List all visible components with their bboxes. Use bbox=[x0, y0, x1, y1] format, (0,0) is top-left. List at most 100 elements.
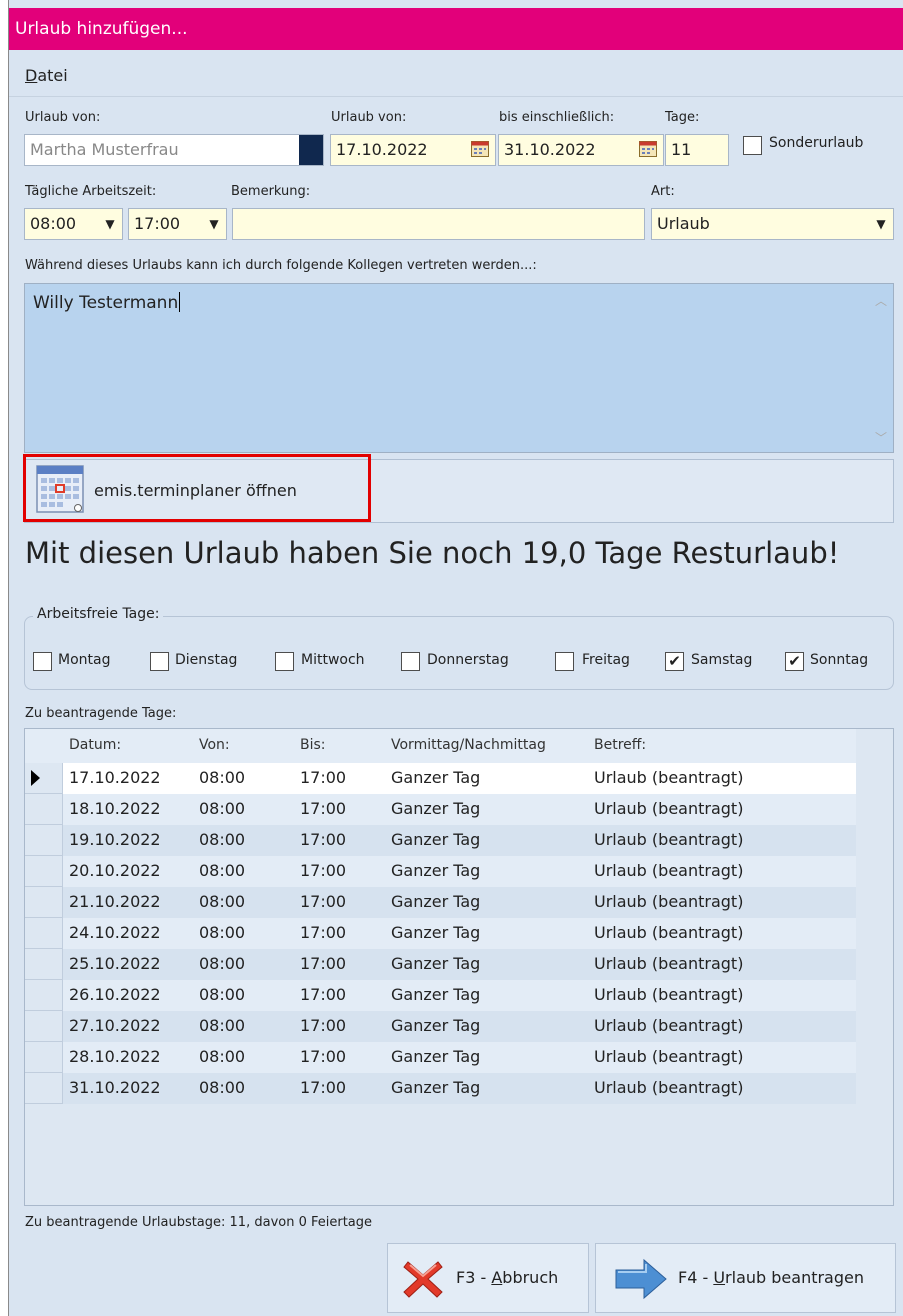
row-selector[interactable] bbox=[25, 856, 63, 887]
urlaub-beantragen-button[interactable]: F4 - Urlaub beantragen bbox=[595, 1243, 896, 1313]
cell-datum[interactable]: 24.10.2022 bbox=[69, 923, 161, 942]
cell-datum[interactable]: 18.10.2022 bbox=[69, 799, 161, 818]
cell-bis[interactable]: 17:00 bbox=[300, 830, 346, 849]
chevron-down-icon[interactable]: ▼ bbox=[202, 209, 226, 239]
cell-datum[interactable]: 21.10.2022 bbox=[69, 892, 161, 911]
cell-von[interactable]: 08:00 bbox=[199, 923, 245, 942]
row-selector[interactable] bbox=[25, 794, 63, 825]
cell-betreff[interactable]: Urlaub (beantragt) bbox=[594, 1016, 743, 1035]
checkbox-mittwoch[interactable] bbox=[275, 652, 294, 671]
cell-bis[interactable]: 17:00 bbox=[300, 768, 346, 787]
cell-bis[interactable]: 17:00 bbox=[300, 985, 346, 1004]
cell-vormittag-nachmittag[interactable]: Ganzer Tag bbox=[391, 861, 480, 880]
table-row[interactable]: 25.10.2022 08:00 17:00 Ganzer Tag Urlaub (be… bbox=[25, 949, 856, 980]
cell-von[interactable]: 08:00 bbox=[199, 861, 245, 880]
vertretung-textarea[interactable]: Willy Testermann ︿ ﹀ bbox=[24, 283, 894, 453]
checkbox-samstag[interactable]: ✔ bbox=[665, 652, 684, 671]
bis-datum-field[interactable]: 31.10.2022 bbox=[498, 134, 664, 166]
calendar-icon[interactable] bbox=[471, 141, 489, 157]
cell-von[interactable]: 08:00 bbox=[199, 892, 245, 911]
column-header-betreff[interactable]: Betreff: bbox=[594, 737, 646, 753]
cell-bis[interactable]: 17:00 bbox=[300, 954, 346, 973]
cell-von[interactable]: 08:00 bbox=[199, 954, 245, 973]
cell-bis[interactable]: 17:00 bbox=[300, 861, 346, 880]
table-row[interactable]: 28.10.2022 08:00 17:00 Ganzer Tag Urlaub (be… bbox=[25, 1042, 856, 1073]
cell-bis[interactable]: 17:00 bbox=[300, 799, 346, 818]
cell-vormittag-nachmittag[interactable]: Ganzer Tag bbox=[391, 923, 480, 942]
menu-datei[interactable]: Datei bbox=[25, 66, 68, 85]
table-row[interactable]: 20.10.2022 08:00 17:00 Ganzer Tag Urlaub (be… bbox=[25, 856, 856, 887]
cell-von[interactable]: 08:00 bbox=[199, 1047, 245, 1066]
row-selector[interactable] bbox=[25, 887, 63, 918]
cell-datum[interactable]: 17.10.2022 bbox=[69, 768, 161, 787]
column-header-von[interactable]: Von: bbox=[199, 737, 230, 753]
table-row[interactable]: 18.10.2022 08:00 17:00 Ganzer Tag Urlaub (be… bbox=[25, 794, 856, 825]
cell-datum[interactable]: 27.10.2022 bbox=[69, 1016, 161, 1035]
cell-betreff[interactable]: Urlaub (beantragt) bbox=[594, 985, 743, 1004]
table-row[interactable]: 21.10.2022 08:00 17:00 Ganzer Tag Urlaub (be… bbox=[25, 887, 856, 918]
column-header-vormittag-nachmittag[interactable]: Vormittag/Nachmittag bbox=[391, 737, 546, 753]
row-selector[interactable] bbox=[25, 980, 63, 1011]
table-row[interactable]: 31.10.2022 08:00 17:00 Ganzer Tag Urlaub (be… bbox=[25, 1073, 856, 1104]
cell-betreff[interactable]: Urlaub (beantragt) bbox=[594, 892, 743, 911]
cell-betreff[interactable]: Urlaub (beantragt) bbox=[594, 923, 743, 942]
cell-vormittag-nachmittag[interactable]: Ganzer Tag bbox=[391, 1047, 480, 1066]
days-table[interactable]: Datum: Von: Bis: Vormittag/Nachmittag Be… bbox=[24, 728, 894, 1206]
cell-von[interactable]: 08:00 bbox=[199, 799, 245, 818]
scroll-down-icon[interactable]: ﹀ bbox=[875, 429, 887, 446]
art-select[interactable]: Urlaub ▼ bbox=[651, 208, 894, 240]
row-selector[interactable] bbox=[25, 1073, 63, 1104]
cell-vormittag-nachmittag[interactable]: Ganzer Tag bbox=[391, 954, 480, 973]
cell-datum[interactable]: 25.10.2022 bbox=[69, 954, 161, 973]
cell-datum[interactable]: 26.10.2022 bbox=[69, 985, 161, 1004]
cell-von[interactable]: 08:00 bbox=[199, 985, 245, 1004]
sonderurlaub-checkbox[interactable] bbox=[743, 136, 762, 155]
cell-bis[interactable]: 17:00 bbox=[300, 1078, 346, 1097]
row-selector[interactable] bbox=[25, 1011, 63, 1042]
chevron-down-icon[interactable]: ▼ bbox=[98, 209, 122, 239]
person-picker-button[interactable] bbox=[299, 135, 323, 165]
table-row[interactable]: 19.10.2022 08:00 17:00 Ganzer Tag Urlaub (be… bbox=[25, 825, 856, 856]
cell-betreff[interactable]: Urlaub (beantragt) bbox=[594, 861, 743, 880]
zeit-bis-select[interactable]: 17:00 ▼ bbox=[128, 208, 227, 240]
row-selector[interactable] bbox=[25, 1042, 63, 1073]
row-selector[interactable] bbox=[25, 918, 63, 949]
chevron-down-icon[interactable]: ▼ bbox=[869, 209, 893, 239]
scroll-up-icon[interactable]: ︿ bbox=[875, 292, 887, 309]
column-header-datum[interactable]: Datum: bbox=[69, 737, 121, 753]
cell-vormittag-nachmittag[interactable]: Ganzer Tag bbox=[391, 1016, 480, 1035]
abbruch-button[interactable]: F3 - Abbruch bbox=[387, 1243, 589, 1313]
calendar-icon[interactable] bbox=[639, 141, 657, 157]
row-selector[interactable] bbox=[25, 949, 63, 980]
cell-betreff[interactable]: Urlaub (beantragt) bbox=[594, 1047, 743, 1066]
cell-von[interactable]: 08:00 bbox=[199, 1016, 245, 1035]
column-header-bis[interactable]: Bis: bbox=[300, 737, 326, 753]
checkbox-dienstag[interactable] bbox=[150, 652, 169, 671]
cell-betreff[interactable]: Urlaub (beantragt) bbox=[594, 954, 743, 973]
cell-vormittag-nachmittag[interactable]: Ganzer Tag bbox=[391, 985, 480, 1004]
checkbox-sonntag[interactable]: ✔ bbox=[785, 652, 804, 671]
cell-datum[interactable]: 31.10.2022 bbox=[69, 1078, 161, 1097]
cell-bis[interactable]: 17:00 bbox=[300, 892, 346, 911]
cell-datum[interactable]: 20.10.2022 bbox=[69, 861, 161, 880]
cell-betreff[interactable]: Urlaub (beantragt) bbox=[594, 799, 743, 818]
zeit-von-select[interactable]: 08:00 ▼ bbox=[24, 208, 123, 240]
cell-betreff[interactable]: Urlaub (beantragt) bbox=[594, 830, 743, 849]
checkbox-montag[interactable] bbox=[33, 652, 52, 671]
table-row[interactable]: 24.10.2022 08:00 17:00 Ganzer Tag Urlaub (be… bbox=[25, 918, 856, 949]
row-selector[interactable] bbox=[25, 825, 63, 856]
checkbox-donnerstag[interactable] bbox=[401, 652, 420, 671]
cell-betreff[interactable]: Urlaub (beantragt) bbox=[594, 768, 743, 787]
cell-datum[interactable]: 28.10.2022 bbox=[69, 1047, 161, 1066]
cell-bis[interactable]: 17:00 bbox=[300, 1047, 346, 1066]
cell-von[interactable]: 08:00 bbox=[199, 830, 245, 849]
cell-vormittag-nachmittag[interactable]: Ganzer Tag bbox=[391, 799, 480, 818]
von-datum-field[interactable]: 17.10.2022 bbox=[330, 134, 496, 166]
row-selector[interactable] bbox=[25, 763, 63, 794]
cell-vormittag-nachmittag[interactable]: Ganzer Tag bbox=[391, 892, 480, 911]
tage-field[interactable]: 11 bbox=[665, 134, 729, 166]
table-row[interactable]: 26.10.2022 08:00 17:00 Ganzer Tag Urlaub (be… bbox=[25, 980, 856, 1011]
table-row[interactable]: 17.10.2022 08:00 17:00 Ganzer Tag Urlaub (be… bbox=[25, 763, 856, 794]
bemerkung-field[interactable] bbox=[232, 208, 645, 240]
cell-von[interactable]: 08:00 bbox=[199, 1078, 245, 1097]
